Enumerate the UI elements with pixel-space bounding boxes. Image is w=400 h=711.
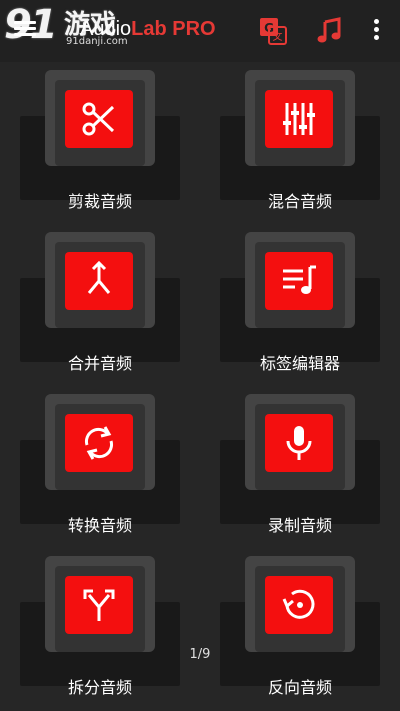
page-indicator: 1/9 <box>189 647 211 662</box>
tool-card-tag-editor[interactable]: 标签编辑器 <box>220 232 380 373</box>
menu-icon[interactable] <box>14 18 44 44</box>
app-title-audio: Audio <box>80 18 132 40</box>
translate-icon[interactable]: G 文 <box>258 16 288 46</box>
reverse-icon <box>265 576 333 634</box>
tool-card-record[interactable]: 录制音频 <box>220 394 380 535</box>
tool-label: 转换音频 <box>67 516 132 535</box>
tool-label: 反向音频 <box>267 678 332 697</box>
tool-card-split[interactable]: 拆分音频 <box>20 556 180 697</box>
tool-card-mix[interactable]: 混合音频 <box>220 70 380 211</box>
tool-label: 拆分音频 <box>67 678 132 697</box>
split-icon <box>65 576 133 634</box>
scissors-icon <box>65 90 133 148</box>
more-vert-icon[interactable] <box>364 16 388 46</box>
tool-label: 标签编辑器 <box>259 354 340 373</box>
svg-text:文: 文 <box>273 30 283 43</box>
app-bar: 91 游戏 91danji.com AudioLab PRO G 文 <box>0 0 400 62</box>
tool-label: 混合音频 <box>267 192 332 211</box>
tool-label: 合并音频 <box>67 354 132 373</box>
playlist-music-icon <box>265 252 333 310</box>
equalizer-icon <box>265 90 333 148</box>
tool-card-convert[interactable]: 转换音频 <box>20 394 180 535</box>
music-note-icon[interactable] <box>314 16 344 46</box>
app-title-labpro: Lab PRO <box>131 18 216 40</box>
merge-icon <box>65 252 133 310</box>
microphone-icon <box>265 414 333 472</box>
tool-card-merge[interactable]: 合并音频 <box>20 232 180 373</box>
tool-label: 剪裁音频 <box>67 192 132 211</box>
app-title: AudioLab PRO <box>80 18 216 41</box>
tool-card-trim[interactable]: 剪裁音频 <box>20 70 180 211</box>
sync-icon <box>65 414 133 472</box>
tool-card-reverse[interactable]: 反向音频 <box>220 556 380 697</box>
tool-label: 录制音频 <box>267 516 332 535</box>
